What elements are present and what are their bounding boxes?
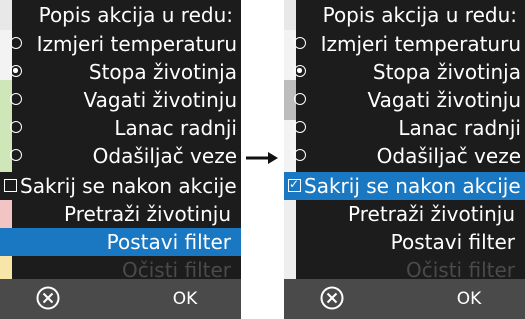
radio-icon bbox=[10, 93, 22, 105]
action-label: Odašiljač veze bbox=[92, 144, 237, 168]
hide-after-action-checkbox[interactable]: Sakrij se nakon akcije bbox=[0, 172, 241, 200]
action-label: Izmjeri temperaturu bbox=[320, 32, 521, 56]
search-animal-button[interactable]: Pretraži životinju bbox=[284, 200, 525, 228]
action-label: Stopa životinja bbox=[372, 60, 521, 84]
action-item-measure-temperature[interactable]: Izmjeri temperaturu bbox=[0, 30, 241, 58]
dialog-title: Popis akcija u redu: bbox=[296, 0, 525, 30]
radio-selected-icon bbox=[10, 65, 22, 77]
dialog-footer: OK bbox=[0, 279, 241, 319]
radio-icon bbox=[10, 121, 22, 133]
action-item-link-transmitter[interactable]: Odašiljač veze bbox=[284, 142, 525, 170]
action-label: Stopa životinja bbox=[88, 60, 237, 84]
action-label: Odašiljač veze bbox=[376, 144, 521, 168]
radio-icon bbox=[10, 149, 22, 161]
action-list: Izmjeri temperaturu Stopa životinja Vaga… bbox=[284, 30, 525, 284]
action-item-action-chain[interactable]: Lanac radnji bbox=[284, 114, 525, 142]
action-item-link-transmitter[interactable]: Odašiljač veze bbox=[0, 142, 241, 170]
checkbox-label: Sakrij se nakon akcije bbox=[20, 174, 237, 198]
action-label: Izmjeri temperaturu bbox=[36, 32, 237, 56]
ok-button[interactable]: OK bbox=[170, 279, 200, 319]
action-item-measure-temperature[interactable]: Izmjeri temperaturu bbox=[284, 30, 525, 58]
radio-icon bbox=[294, 149, 306, 161]
action-label: Vagati životinju bbox=[367, 88, 521, 112]
action-label: Lanac radnji bbox=[114, 116, 237, 140]
radio-icon bbox=[10, 37, 22, 49]
action-item-animal-rate[interactable]: Stopa životinja bbox=[0, 58, 241, 86]
set-filter-button[interactable]: Postavi filter bbox=[0, 228, 241, 256]
circle-x-icon[interactable] bbox=[320, 286, 344, 310]
radio-icon bbox=[294, 37, 306, 49]
action-item-weigh-animal[interactable]: Vagati životinju bbox=[284, 86, 525, 114]
ok-button[interactable]: OK bbox=[454, 279, 484, 319]
action-list-dialog-after: Popis akcija u redu: Izmjeri temperaturu… bbox=[284, 0, 525, 319]
search-animal-button[interactable]: Pretraži životinju bbox=[0, 200, 241, 228]
set-filter-button[interactable]: Postavi filter bbox=[284, 228, 525, 256]
hide-after-action-checkbox[interactable]: Sakrij se nakon akcije bbox=[284, 172, 525, 200]
dialog-footer: OK bbox=[284, 279, 525, 319]
checkbox-icon bbox=[4, 179, 17, 192]
dialog-title: Popis akcija u redu: bbox=[12, 0, 241, 30]
radio-icon bbox=[294, 93, 306, 105]
action-label: Vagati životinju bbox=[83, 88, 237, 112]
arrow-right-icon bbox=[246, 152, 278, 164]
action-list-dialog-before: Popis akcija u redu: Izmjeri temperaturu… bbox=[0, 0, 241, 319]
checkbox-checked-icon bbox=[288, 175, 301, 193]
radio-selected-icon bbox=[294, 65, 306, 77]
action-item-action-chain[interactable]: Lanac radnji bbox=[0, 114, 241, 142]
action-label: Lanac radnji bbox=[398, 116, 521, 140]
action-item-animal-rate[interactable]: Stopa životinja bbox=[284, 58, 525, 86]
action-list: Izmjeri temperaturu Stopa životinja Vaga… bbox=[0, 30, 241, 284]
circle-x-icon[interactable] bbox=[36, 286, 60, 310]
action-item-weigh-animal[interactable]: Vagati životinju bbox=[0, 86, 241, 114]
checkbox-label: Sakrij se nakon akcije bbox=[304, 174, 521, 198]
radio-icon bbox=[294, 121, 306, 133]
